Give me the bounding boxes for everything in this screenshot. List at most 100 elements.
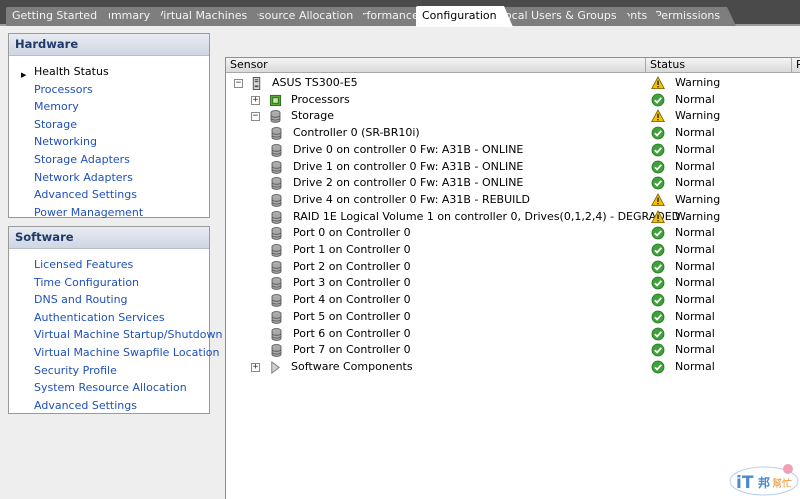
- expand-icon[interactable]: +: [251, 362, 260, 372]
- software-item-security-profile[interactable]: Security Profile: [9, 362, 209, 380]
- disk-icon: [270, 260, 283, 274]
- warning-icon: [651, 109, 665, 123]
- disk-icon: [270, 127, 283, 140]
- software-item-virtual-machine-swapfile-location[interactable]: Virtual Machine Swapfile Location: [9, 344, 219, 362]
- disk-icon: [270, 244, 283, 257]
- status-text: Normal: [675, 343, 715, 357]
- sensor-row[interactable]: − ASUS TS300-E5 Warning: [226, 75, 800, 92]
- hardware-item-network-adapters[interactable]: Network Adapters: [9, 169, 209, 187]
- tab-label: Local Users & Groups: [499, 9, 617, 22]
- nav-item-label: Security Profile: [34, 363, 117, 377]
- status-text: Warning: [675, 192, 721, 206]
- status-text: Normal: [675, 293, 715, 307]
- sensor-row[interactable]: Port 4 on Controller 0 Normal: [226, 292, 800, 309]
- status-text: Warning: [675, 109, 721, 123]
- sensor-name: Storage: [291, 109, 335, 123]
- software-item-system-resource-allocation[interactable]: System Resource Allocation: [9, 379, 209, 397]
- tab-edge: [727, 7, 737, 26]
- normal-icon: [651, 176, 665, 190]
- hardware-item-storage[interactable]: Storage: [9, 116, 209, 134]
- sensor-name: Port 2 on Controller 0: [293, 259, 411, 273]
- software-item-licensed-features[interactable]: Licensed Features: [9, 256, 209, 274]
- sensor-row[interactable]: Port 3 on Controller 0 Normal: [226, 275, 800, 292]
- tab-edge: [360, 7, 370, 26]
- disk-icon: [270, 210, 283, 224]
- sensor-name: Port 5 on Controller 0: [293, 309, 411, 323]
- disk-icon: [270, 294, 283, 307]
- sensor-row[interactable]: Drive 2 on controller 0 Fw: A31B - ONLIN…: [226, 175, 800, 192]
- tab-edge: [623, 7, 633, 26]
- nav-item-label: Network Adapters: [34, 170, 133, 184]
- normal-icon: [651, 293, 665, 307]
- sensor-row[interactable]: Drive 4 on controller 0 Fw: A31B - REBUI…: [226, 192, 800, 209]
- expand-icon[interactable]: +: [251, 95, 260, 105]
- sensor-row[interactable]: + Software Components Normal: [226, 359, 800, 376]
- software-item-time-configuration[interactable]: Time Configuration: [9, 274, 209, 292]
- tab-label: Getting Started: [12, 9, 98, 22]
- nav-item-label: Processors: [34, 82, 93, 96]
- collapse-icon[interactable]: −: [251, 112, 260, 122]
- tab-label: Permissions: [655, 9, 721, 22]
- sensor-column-header[interactable]: Sensor: [226, 58, 646, 73]
- sensor-row[interactable]: Drive 0 on controller 0 Fw: A31B - ONLIN…: [226, 142, 800, 159]
- normal-icon: [651, 226, 665, 240]
- status-text: Normal: [675, 326, 715, 340]
- sensor-row[interactable]: Controller 0 (SR-BR10i) Normal: [226, 125, 800, 142]
- sensor-name: Drive 1 on controller 0 Fw: A31B - ONLIN…: [293, 159, 524, 173]
- sensor-name: Port 3 on Controller 0: [293, 276, 411, 290]
- sensor-row[interactable]: Drive 1 on controller 0 Fw: A31B - ONLIN…: [226, 159, 800, 176]
- sensor-name: ASUS TS300-E5: [272, 76, 358, 89]
- nav-item-label: Memory: [34, 100, 79, 114]
- nav-item-label: Virtual Machine Startup/Shutdown: [34, 328, 223, 342]
- normal-icon: [651, 260, 665, 274]
- sensor-row[interactable]: Port 0 on Controller 0 Normal: [226, 225, 800, 242]
- svg-text:幫忙: 幫忙: [772, 477, 792, 490]
- sensor-name: Software Components: [291, 359, 413, 373]
- sensor-row[interactable]: + Processors Normal: [226, 92, 800, 109]
- status-text: Warning: [675, 209, 721, 223]
- sensor-row[interactable]: Port 7 on Controller 0 Normal: [226, 342, 800, 359]
- hardware-item-advanced-settings[interactable]: Advanced Settings: [9, 186, 209, 204]
- svg-text:邦: 邦: [758, 475, 770, 490]
- software-item-dns-and-routing[interactable]: DNS and Routing: [9, 291, 209, 309]
- svg-text:iT: iT: [736, 473, 754, 493]
- software-item-authentication-services[interactable]: Authentication Services: [9, 309, 209, 327]
- hardware-heading: Hardware: [9, 34, 209, 56]
- sensor-row[interactable]: Port 6 on Controller 0 Normal: [226, 326, 800, 343]
- collapse-icon[interactable]: −: [234, 79, 243, 88]
- disk-icon: [270, 277, 283, 291]
- nav-item-label: Advanced Settings: [34, 398, 137, 412]
- hardware-item-health-status[interactable]: ▶ Health Status: [9, 63, 209, 81]
- software-item-advanced-settings[interactable]: Advanced Settings: [9, 397, 209, 415]
- software-heading: Software: [9, 227, 209, 249]
- tab-edge: [654, 7, 664, 26]
- status-text: Normal: [675, 259, 715, 273]
- sensor-row[interactable]: − Storage Warning: [226, 108, 800, 125]
- hardware-item-processors[interactable]: Processors: [9, 81, 209, 99]
- sensor-row[interactable]: Port 1 on Controller 0 Normal: [226, 242, 800, 259]
- tab-edge: [104, 7, 114, 26]
- sensor-row[interactable]: RAID 1E Logical Volume 1 on controller 0…: [226, 209, 800, 226]
- software-item-virtual-machine-startup-shutdown[interactable]: Virtual Machine Startup/Shutdown: [9, 326, 222, 344]
- hardware-item-memory[interactable]: Memory: [9, 98, 209, 116]
- disk-icon: [270, 344, 283, 358]
- nav-item-label: Storage: [34, 117, 78, 131]
- extra-column-header[interactable]: R: [792, 58, 800, 73]
- itbang-logo: iT 邦 幫忙: [729, 464, 799, 496]
- hardware-item-networking[interactable]: Networking: [9, 133, 209, 151]
- status-text: Warning: [675, 76, 721, 89]
- status-text: Normal: [675, 142, 715, 156]
- hardware-item-power-management[interactable]: Power Management: [9, 204, 209, 222]
- tab-configuration[interactable]: Configuration: [416, 6, 513, 27]
- nav-item-label: Time Configuration: [34, 275, 140, 289]
- normal-icon: [651, 276, 665, 290]
- hardware-item-storage-adapters[interactable]: Storage Adapters: [9, 151, 209, 169]
- tab-bar: Getting Started Summary Virtual Machines Re…: [0, 0, 800, 27]
- tab-getting-started[interactable]: Getting Started: [6, 7, 114, 26]
- sensor-row[interactable]: Port 2 on Controller 0 Normal: [226, 259, 800, 276]
- nav-item-label: Storage Adapters: [34, 152, 130, 166]
- sensor-row[interactable]: Port 5 on Controller 0 Normal: [226, 309, 800, 326]
- status-column-header[interactable]: Status: [646, 58, 792, 73]
- server-icon: [250, 77, 263, 90]
- normal-icon: [651, 160, 665, 174]
